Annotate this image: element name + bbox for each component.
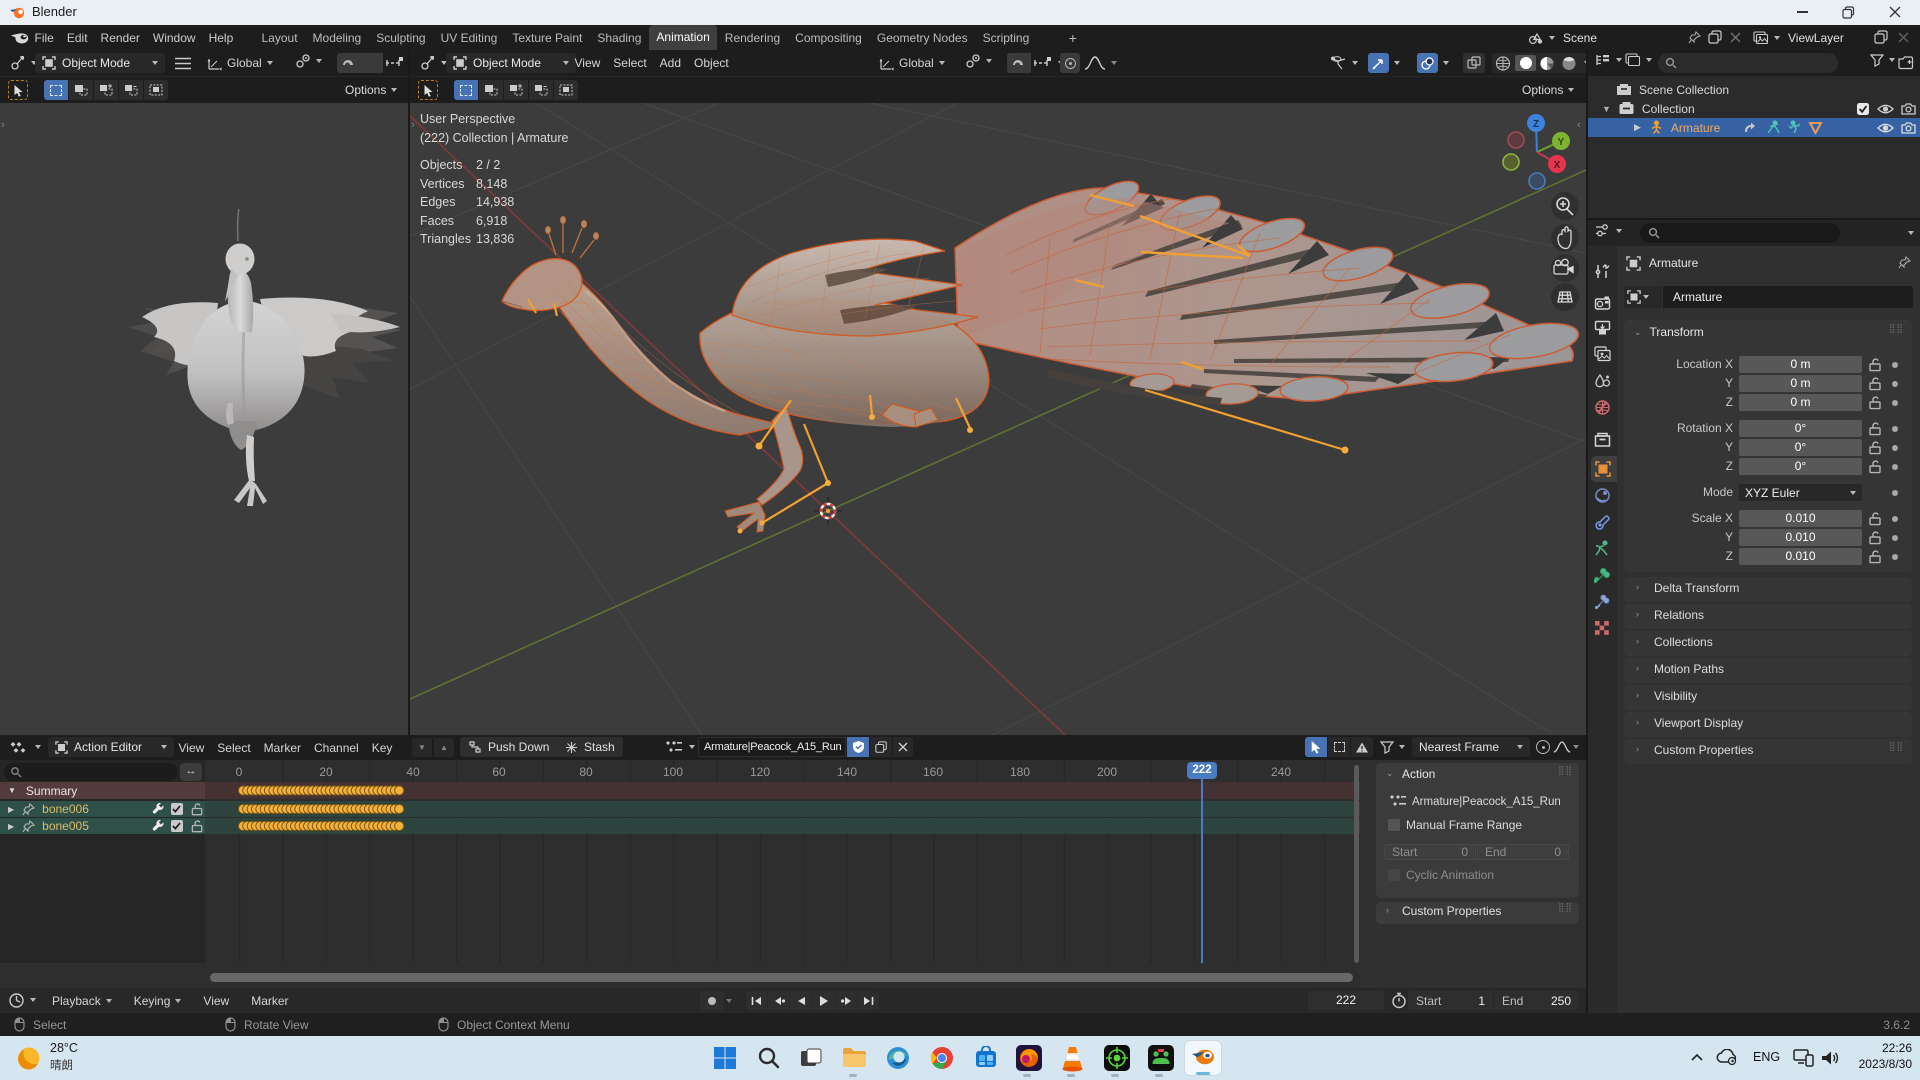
- svg-text:Y: Y: [1558, 137, 1565, 148]
- svg-text:X: X: [1554, 160, 1561, 171]
- svg-text:Z: Z: [1533, 119, 1539, 130]
